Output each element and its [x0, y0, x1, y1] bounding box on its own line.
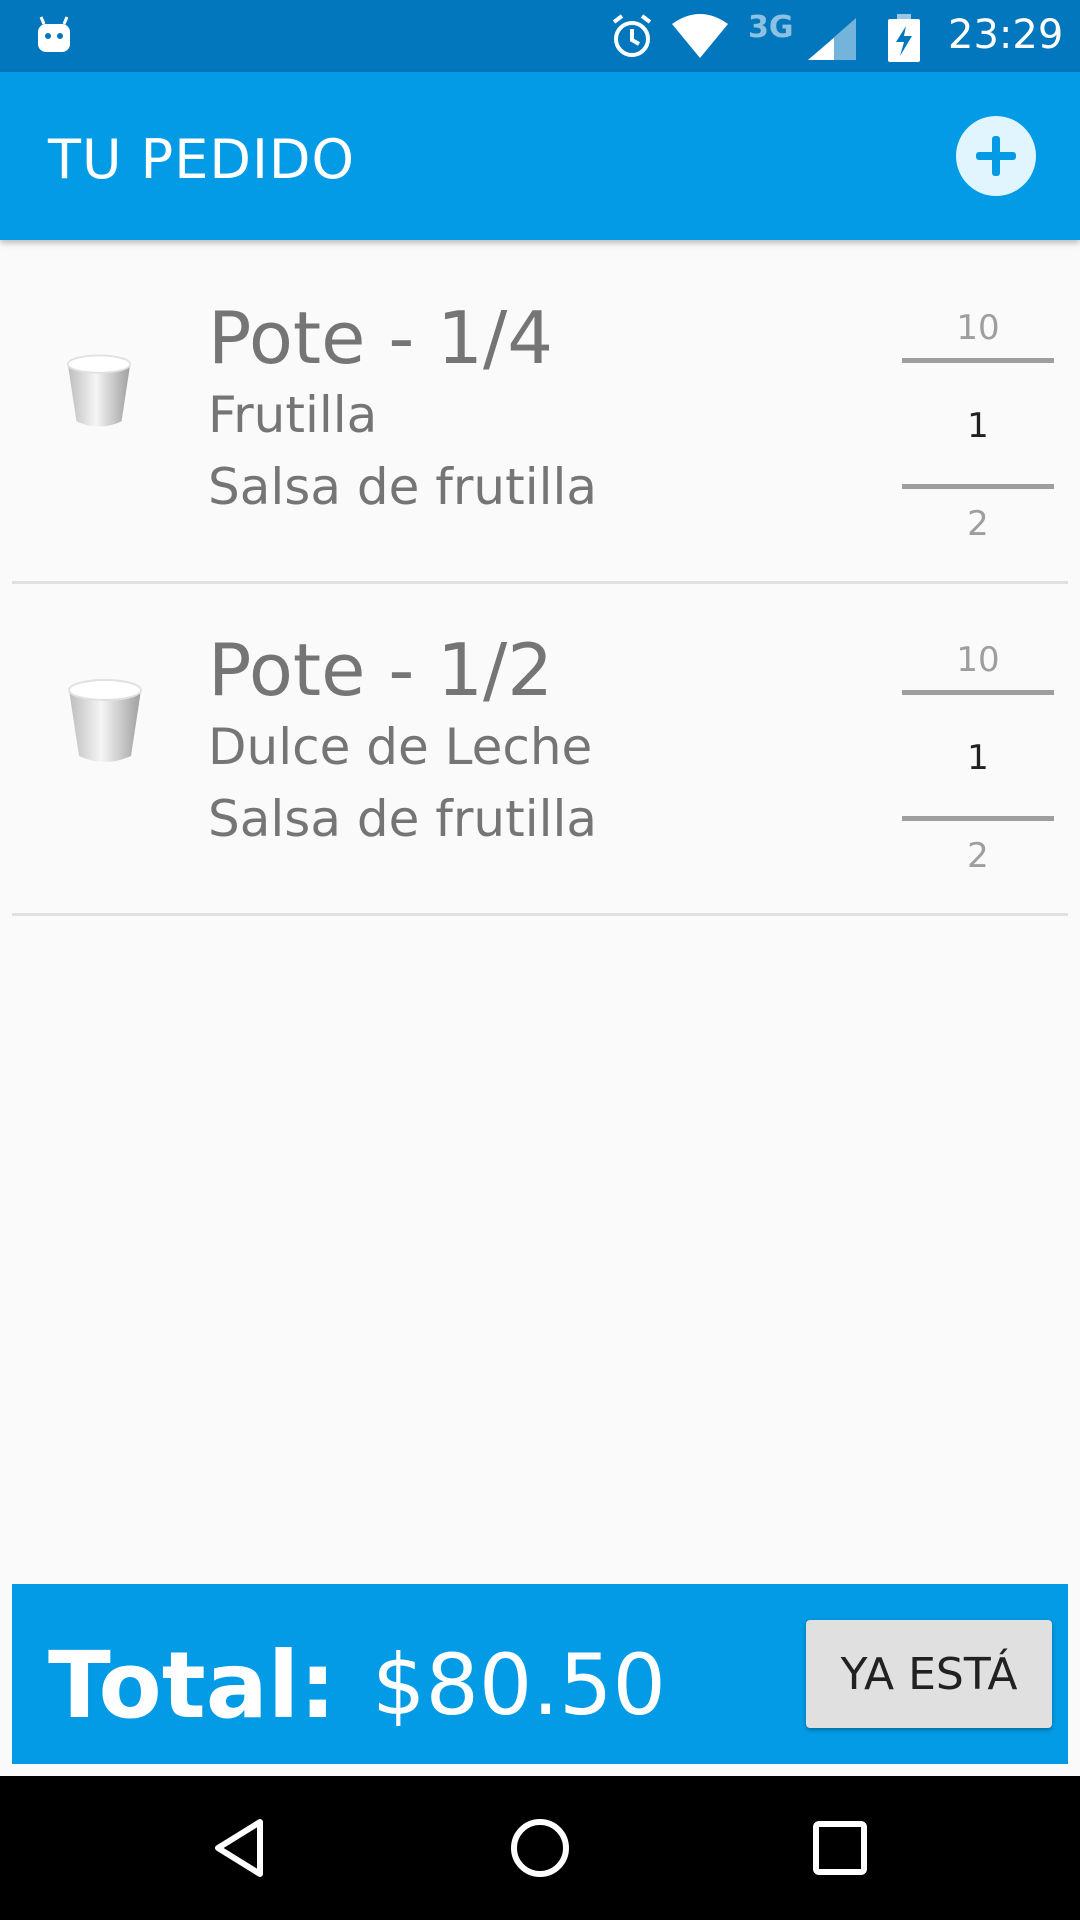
cup-icon	[68, 679, 142, 762]
quantity-current[interactable]: 1	[902, 406, 1054, 446]
picker-divider-top	[902, 690, 1054, 695]
add-item-button[interactable]	[956, 116, 1036, 196]
signal-icon	[808, 18, 856, 60]
wifi-icon	[672, 14, 728, 58]
quantity-picker[interactable]: 10 1 2	[902, 640, 1054, 880]
picker-divider-bottom	[902, 816, 1054, 821]
quantity-current[interactable]: 1	[902, 738, 1054, 778]
status-bar: 3G 23:29	[0, 0, 1080, 72]
item-flavor: Frutilla	[208, 386, 378, 444]
back-icon[interactable]	[208, 1816, 272, 1880]
quantity-option-below[interactable]: 2	[902, 836, 1054, 876]
total-label: Total:	[48, 1632, 337, 1739]
order-item[interactable]: Pote - 1/2 Dulce de Leche Salsa de fruti…	[12, 584, 1068, 916]
total-value: $80.50	[372, 1636, 666, 1734]
battery-charging-icon	[888, 14, 920, 62]
picker-divider-bottom	[902, 484, 1054, 489]
item-sauce: Salsa de frutilla	[208, 458, 598, 516]
recents-icon[interactable]	[808, 1816, 872, 1880]
quantity-picker[interactable]: 10 1 2	[902, 308, 1054, 548]
quantity-option-above[interactable]: 10	[902, 640, 1054, 680]
quantity-option-above[interactable]: 10	[902, 308, 1054, 348]
cup-icon	[66, 354, 132, 427]
clock: 23:29	[948, 12, 1064, 58]
page-title: TU PEDIDO	[48, 128, 355, 191]
total-bar: Total: $80.50 YA ESTÁ	[12, 1584, 1068, 1764]
network-type: 3G	[748, 10, 794, 45]
item-flavor: Dulce de Leche	[208, 718, 593, 776]
done-button[interactable]: YA ESTÁ	[806, 1620, 1052, 1728]
order-item[interactable]: Pote - 1/4 Frutilla Salsa de frutilla 10…	[12, 252, 1068, 584]
picker-divider-top	[902, 358, 1054, 363]
app-bar: TU PEDIDO	[0, 72, 1080, 240]
quantity-option-below[interactable]: 2	[902, 504, 1054, 544]
item-name: Pote - 1/4	[208, 296, 554, 380]
item-sauce: Salsa de frutilla	[208, 790, 598, 848]
alarm-icon	[612, 14, 652, 57]
android-notification-icon	[38, 16, 70, 52]
home-icon[interactable]	[508, 1816, 572, 1880]
navigation-bar	[0, 1776, 1080, 1920]
item-name: Pote - 1/2	[208, 628, 554, 712]
